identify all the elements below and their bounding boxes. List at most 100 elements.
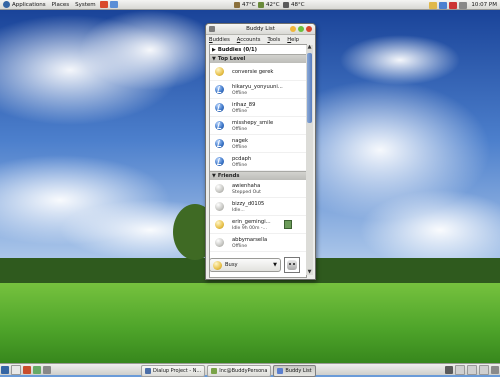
buddy-status: Idle... bbox=[232, 208, 245, 213]
app-icon bbox=[145, 368, 151, 374]
firefox-icon[interactable] bbox=[23, 365, 31, 374]
task-buddy-list[interactable]: Buddy List bbox=[273, 365, 316, 377]
status-selector[interactable]: Busy ▼ bbox=[209, 258, 281, 272]
window-titlebar[interactable]: Buddy List bbox=[206, 24, 315, 35]
show-desktop-icon[interactable] bbox=[1, 365, 9, 374]
buddy-name: erin_gemingi... bbox=[232, 219, 271, 225]
volume-icon[interactable] bbox=[459, 1, 468, 9]
scroll-up-icon[interactable]: ▲ bbox=[307, 45, 312, 50]
buddy-list: ▶ Buddies (0/1) ▼ Top Level conversie ge… bbox=[209, 44, 307, 278]
top-panel: Applications Places System 47°C 42°C 48°… bbox=[0, 0, 500, 10]
disk-temp-value: 48°C bbox=[291, 1, 305, 8]
buddy-avatar[interactable] bbox=[284, 257, 300, 273]
buddy-name: nagek bbox=[232, 138, 248, 144]
group-name: Friends bbox=[217, 173, 240, 179]
file-manager-icon[interactable] bbox=[33, 365, 41, 374]
buddy-row[interactable]: hikaryu_yonyuuni... Offline bbox=[210, 81, 306, 99]
applications-menu[interactable]: Applications bbox=[0, 0, 49, 10]
expanded-arrow-icon: ▼ bbox=[212, 173, 216, 179]
disk-temp-applet[interactable]: 48°C bbox=[281, 0, 307, 10]
minimize-button[interactable] bbox=[290, 26, 296, 32]
cpu-temp-icon bbox=[234, 1, 240, 8]
offline-status-icon bbox=[215, 139, 224, 148]
update-icon[interactable] bbox=[449, 1, 458, 9]
buddy-name: irihaz_89 bbox=[232, 102, 256, 108]
buddy-row[interactable]: irihaz_89 Offline bbox=[210, 99, 306, 117]
workspace-2-icon[interactable] bbox=[455, 365, 465, 375]
menu-buddies[interactable]: Buddies bbox=[209, 37, 230, 43]
buddy-status: Offline bbox=[232, 109, 248, 114]
group-friends[interactable]: ▼ Friends bbox=[210, 171, 306, 180]
buddy-list-scrollbar[interactable]: ▲ ▼ bbox=[306, 45, 313, 275]
buddy-row[interactable]: bizzy_d0105 Idle... bbox=[210, 198, 306, 216]
buddy-row[interactable]: abbymarsella Offline bbox=[210, 234, 306, 252]
buddy-row[interactable]: nagek Offline bbox=[210, 135, 306, 153]
clock[interactable]: 10:07 PM bbox=[468, 2, 500, 8]
task-label: Dialup Project - N... bbox=[153, 368, 202, 374]
cpu-temp-value: 47°C bbox=[242, 1, 256, 8]
busy-status-icon bbox=[213, 260, 222, 270]
offline-status-icon bbox=[215, 121, 224, 130]
terminal-icon[interactable] bbox=[11, 364, 21, 375]
status-selector-value: Busy bbox=[225, 262, 238, 268]
gpu-temp-icon bbox=[258, 1, 264, 8]
buddy-name: awienhaha bbox=[232, 183, 261, 189]
buddy-status: Offline bbox=[232, 163, 248, 168]
mail-launcher-icon[interactable] bbox=[109, 1, 118, 8]
buddy-status: Offline bbox=[232, 244, 248, 249]
buddy-row[interactable]: pcdaph Offline bbox=[210, 153, 306, 171]
places-menu[interactable]: Places bbox=[49, 0, 73, 10]
system-menu[interactable]: System bbox=[72, 0, 99, 10]
expanded-arrow-icon: ▼ bbox=[212, 56, 216, 62]
group-top-level[interactable]: ▼ Top Level bbox=[210, 54, 306, 63]
gpu-temp-applet[interactable]: 42°C bbox=[256, 0, 282, 10]
offline-status-icon bbox=[215, 85, 224, 94]
buddy-status: Offline bbox=[232, 91, 248, 96]
buddies-header[interactable]: ▶ Buddies (0/1) bbox=[210, 45, 306, 54]
workspace-3-icon[interactable] bbox=[467, 365, 477, 375]
menu-bar: Buddies Accounts Tools Help bbox=[206, 35, 315, 44]
pidgin-icon bbox=[277, 368, 284, 374]
gpu-temp-value: 42°C bbox=[266, 1, 280, 8]
idle-status-icon bbox=[215, 220, 224, 229]
app-icon bbox=[211, 368, 218, 374]
buddy-name: hikaryu_yonyuuni... bbox=[232, 84, 283, 90]
workspace-1-icon[interactable] bbox=[445, 366, 453, 374]
network-icon[interactable] bbox=[439, 1, 448, 9]
workspace-4-icon[interactable] bbox=[479, 365, 489, 375]
away-status-icon bbox=[215, 184, 224, 193]
buddy-name: misshepy_smile bbox=[232, 120, 274, 126]
idle-status-icon bbox=[215, 202, 224, 211]
trash-applet-icon[interactable] bbox=[491, 366, 499, 374]
workspace-switcher bbox=[444, 365, 500, 375]
buddy-row[interactable]: erin_gemingi... Idle 9h 00m -... bbox=[210, 216, 306, 234]
scrollbar-thumb[interactable] bbox=[307, 53, 312, 123]
window-menu-icon[interactable] bbox=[209, 26, 215, 32]
buddy-row[interactable]: conversie gerek bbox=[210, 63, 306, 81]
buddy-row[interactable]: awienhaha Stepped Out bbox=[210, 180, 306, 198]
away-status-icon bbox=[215, 238, 224, 247]
menu-accounts[interactable]: Accounts bbox=[237, 37, 261, 43]
task-dialup-project[interactable]: Dialup Project - N... bbox=[141, 365, 206, 377]
status-row: Busy ▼ bbox=[209, 256, 305, 274]
menu-tools[interactable]: Tools bbox=[267, 37, 280, 43]
menu-help[interactable]: Help bbox=[287, 37, 299, 43]
firefox-launcher-icon[interactable] bbox=[99, 1, 108, 8]
maximize-button[interactable] bbox=[298, 26, 304, 32]
collapsed-arrow-icon: ▶ bbox=[212, 46, 216, 53]
trash-icon[interactable] bbox=[43, 365, 51, 374]
notification-icon[interactable] bbox=[429, 1, 438, 9]
task-label: Inc@BuddyPersona bbox=[219, 368, 268, 374]
close-button[interactable] bbox=[306, 26, 312, 32]
scroll-down-icon[interactable]: ▼ bbox=[307, 270, 312, 275]
chevron-down-icon: ▼ bbox=[273, 262, 277, 268]
buddy-name: pcdaph bbox=[232, 156, 252, 162]
gnome-foot-icon bbox=[3, 1, 10, 8]
buddy-status: Offline bbox=[232, 127, 248, 132]
taskbar: Dialup Project - N... Inc@BuddyPersona B… bbox=[140, 365, 317, 377]
cpu-temp-applet[interactable]: 47°C bbox=[232, 0, 258, 10]
task-buddy-persona[interactable]: Inc@BuddyPersona bbox=[207, 365, 272, 377]
buddy-row[interactable]: misshepy_smile Offline bbox=[210, 117, 306, 135]
buddy-status: Idle 9h 00m -... bbox=[232, 226, 267, 231]
buddy-name: abbymarsella bbox=[232, 237, 268, 243]
